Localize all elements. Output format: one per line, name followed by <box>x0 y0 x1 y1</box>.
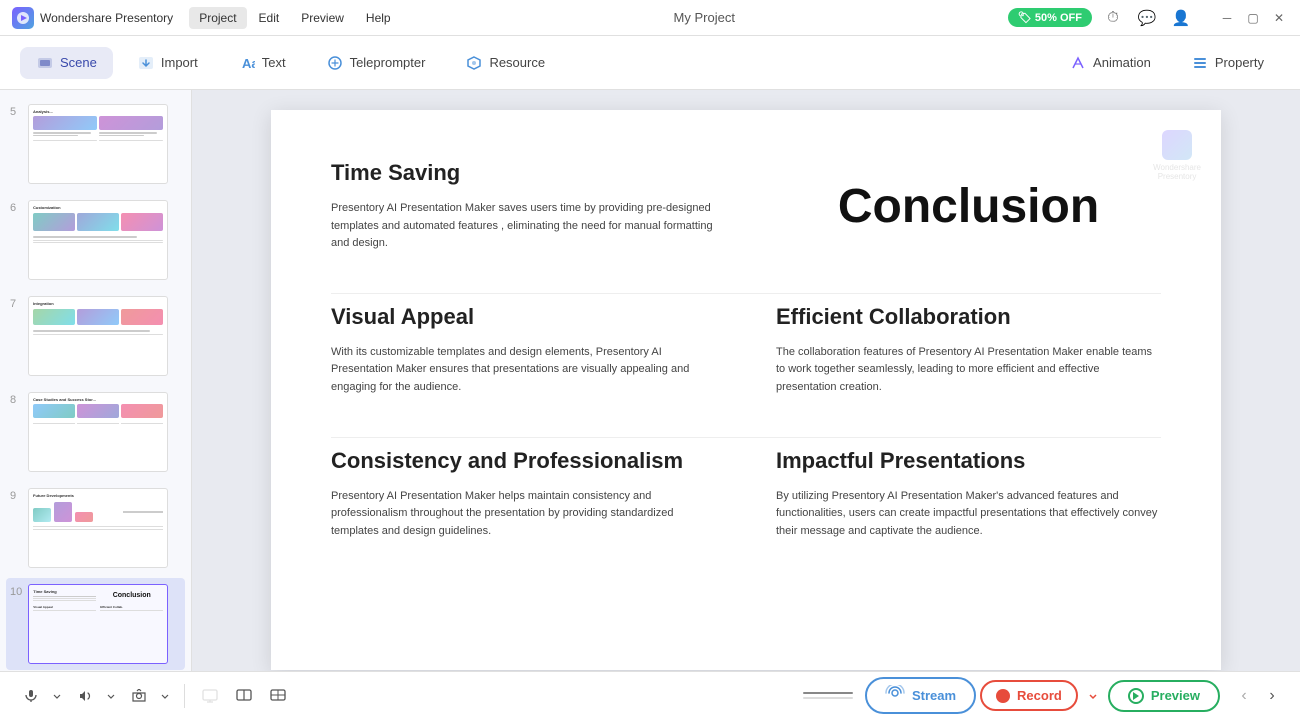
user-icon[interactable]: 👤 <box>1168 5 1194 31</box>
camera-button[interactable] <box>124 681 154 711</box>
section-impactful: Impactful Presentations By utilizing Pre… <box>776 448 1161 541</box>
slide-item-10[interactable]: 10 Time Saving Conclusion <box>6 578 185 670</box>
slide-panel: 5 Analysis... <box>0 90 192 671</box>
animation-icon <box>1069 54 1087 72</box>
preview-label: Preview <box>1151 688 1200 703</box>
record-label: Record <box>1017 688 1062 703</box>
slide-thumb-10: Time Saving Conclusion Visual Appeal <box>28 584 168 664</box>
record-dropdown[interactable] <box>1082 685 1104 707</box>
menu-preview[interactable]: Preview <box>291 7 354 29</box>
view-split-button[interactable] <box>229 681 259 711</box>
stream-icon <box>885 685 905 706</box>
canvas-area: WondersharePresentory Time Saving Presen… <box>192 90 1300 671</box>
camera-dropdown[interactable] <box>156 681 174 711</box>
preview-button[interactable]: Preview <box>1108 680 1220 712</box>
chat-icon[interactable]: 💬 <box>1134 5 1160 31</box>
text-icon: Aa <box>238 54 256 72</box>
import-icon <box>137 54 155 72</box>
section-time-saving: Time Saving Presentory AI Presentation M… <box>331 160 716 253</box>
watermark: WondersharePresentory <box>1153 130 1201 181</box>
promo-badge[interactable]: 🏷 50% OFF <box>1008 8 1092 27</box>
minimize-button[interactable]: ─ <box>1218 9 1236 27</box>
slide-item-9[interactable]: 9 Future Developments <box>6 482 185 574</box>
record-dot <box>996 689 1010 703</box>
import-button[interactable]: Import <box>121 47 214 79</box>
slide-thumb-7: Integration <box>28 296 168 376</box>
visual-appeal-text: With its customizable templates and desi… <box>331 344 716 397</box>
slide-item-8[interactable]: 8 Case Studies and Success Stor... <box>6 386 185 478</box>
mic-button[interactable] <box>16 681 46 711</box>
camera-group <box>124 681 174 711</box>
scene-icon <box>36 54 54 72</box>
slide-canvas: WondersharePresentory Time Saving Presen… <box>271 110 1221 670</box>
view-grid-button[interactable] <box>263 681 293 711</box>
efficient-collab-text: The collaboration features of Presentory… <box>776 344 1161 397</box>
section-efficient-collab: Efficient Collaboration The collaboratio… <box>776 304 1161 397</box>
menu-edit[interactable]: Edit <box>249 7 290 29</box>
view-desktop-button[interactable] <box>195 681 225 711</box>
preview-play-icon <box>1128 688 1144 704</box>
efficient-collab-title: Efficient Collaboration <box>776 304 1161 330</box>
slide-item-7[interactable]: 7 Integration <box>6 290 185 382</box>
mic-group <box>16 681 66 711</box>
main-layout: 5 Analysis... <box>0 90 1300 671</box>
time-saving-title: Time Saving <box>331 160 716 186</box>
maximize-button[interactable]: ▢ <box>1244 9 1262 27</box>
resource-button[interactable]: Resource <box>449 47 561 79</box>
menu-bar: Project Edit Preview Help <box>189 7 400 29</box>
impactful-title: Impactful Presentations <box>776 448 1161 474</box>
stream-label: Stream <box>912 688 956 703</box>
teleprompter-icon <box>326 54 344 72</box>
speaker-dropdown[interactable] <box>102 681 120 711</box>
bottom-bar: Stream Record Preview ‹ › <box>0 671 1300 719</box>
close-button[interactable]: ✕ <box>1270 9 1288 27</box>
app-logo: Wondershare Presentory <box>12 7 173 29</box>
impactful-text: By utilizing Presentory AI Presentation … <box>776 488 1161 541</box>
stream-button[interactable]: Stream <box>865 677 976 714</box>
progress-line-1 <box>803 692 853 694</box>
menu-help[interactable]: Help <box>356 7 401 29</box>
speaker-group <box>70 681 120 711</box>
animation-button[interactable]: Animation <box>1053 47 1167 79</box>
slide-thumb-8: Case Studies and Success Stor... <box>28 392 168 472</box>
svg-text:Aa: Aa <box>242 56 255 71</box>
title-bar-actions: 🏷 50% OFF ⏱ 💬 👤 ─ ▢ ✕ <box>1008 5 1288 31</box>
slide-item-6[interactable]: 6 Customization <box>6 194 185 286</box>
progress-area <box>803 692 853 699</box>
consistency-title: Consistency and Professionalism <box>331 448 716 474</box>
title-bar: Wondershare Presentory Project Edit Prev… <box>0 0 1300 36</box>
slide-thumb-5: Analysis... <box>28 104 168 184</box>
slide-thumb-9: Future Developments <box>28 488 168 568</box>
teleprompter-button[interactable]: Teleprompter <box>310 47 442 79</box>
conclusion-title: Conclusion <box>838 179 1099 234</box>
mic-dropdown[interactable] <box>48 681 66 711</box>
logo-icon <box>12 7 34 29</box>
conclusion-block: Conclusion <box>776 160 1161 253</box>
menu-project[interactable]: Project <box>189 7 246 29</box>
slide-item-5[interactable]: 5 Analysis... <box>6 98 185 190</box>
nav-next[interactable]: › <box>1260 684 1284 708</box>
section-consistency: Consistency and Professionalism Presento… <box>331 448 716 541</box>
slide-thumb-6: Customization <box>28 200 168 280</box>
nav-arrows: ‹ › <box>1232 684 1284 708</box>
nav-prev[interactable]: ‹ <box>1232 684 1256 708</box>
separator-1 <box>184 684 185 708</box>
time-saving-text: Presentory AI Presentation Maker saves u… <box>331 200 716 253</box>
project-title: My Project <box>401 10 1008 25</box>
timer-icon[interactable]: ⏱ <box>1100 5 1126 31</box>
progress-line-2 <box>803 697 853 699</box>
speaker-button[interactable] <box>70 681 100 711</box>
resource-icon <box>465 54 483 72</box>
property-icon <box>1191 54 1209 72</box>
text-button[interactable]: Aa Text <box>222 47 302 79</box>
visual-appeal-title: Visual Appeal <box>331 304 716 330</box>
property-button[interactable]: Property <box>1175 47 1280 79</box>
record-button[interactable]: Record <box>980 680 1078 711</box>
section-visual-appeal: Visual Appeal With its customizable temp… <box>331 304 716 397</box>
app-name: Wondershare Presentory <box>40 11 173 25</box>
scene-button[interactable]: Scene <box>20 47 113 79</box>
toolbar: Scene Import Aa Text Teleprompter Resour… <box>0 36 1300 90</box>
consistency-text: Presentory AI Presentation Maker helps m… <box>331 488 716 541</box>
